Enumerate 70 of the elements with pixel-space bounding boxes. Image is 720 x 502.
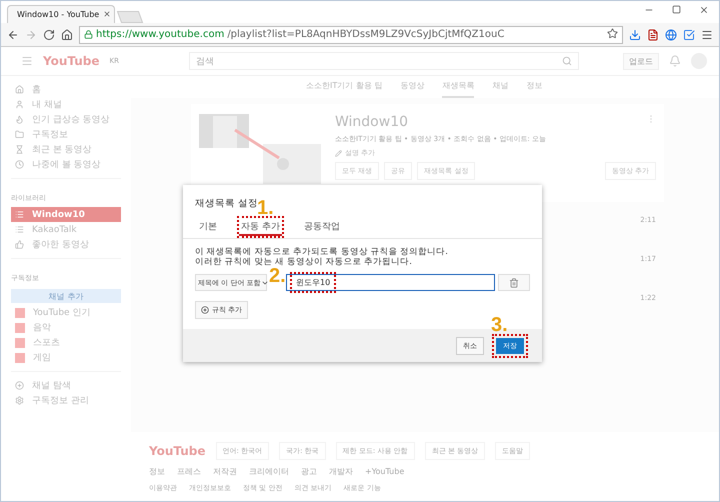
rule-description: 이 재생목록에 자동으로 추가되도록 동영상 규칙을 정의합니다. 이러한 규칙에 맞는 새 동영상이 자동으로 추가됩니다. — [194, 246, 449, 268]
browser-tab[interactable]: Window10 - YouTube — [7, 5, 115, 23]
sidebar-item[interactable]: 게임 — [11, 350, 121, 365]
globe-icon[interactable] — [665, 28, 677, 40]
user-icon — [15, 100, 24, 109]
footer-link[interactable]: +YouTube — [365, 467, 404, 476]
plus-circle-icon — [201, 306, 209, 314]
maximize-icon[interactable] — [672, 5, 681, 15]
flame-icon — [15, 115, 24, 124]
sidebar-item[interactable]: 채널 탐색 — [11, 378, 121, 393]
footer-link[interactable]: 광고 — [301, 466, 317, 477]
menu-icon[interactable] — [701, 28, 713, 40]
upload-button[interactable]: 업로드 — [623, 52, 659, 70]
settings-icon — [15, 396, 24, 405]
folder-icon — [15, 130, 24, 139]
home-icon — [15, 85, 24, 94]
sidebar-item[interactable]: 스포츠 — [11, 335, 121, 350]
dialog-tab[interactable]: 공동작업 — [300, 216, 344, 238]
sidebar-item[interactable]: 나중에 볼 동영상 — [11, 157, 121, 172]
sidebar-item[interactable]: 홈 — [11, 82, 121, 97]
hourglass-icon — [15, 145, 24, 154]
sidebar-item[interactable]: 최근 본 동영상 — [11, 142, 121, 157]
search-field[interactable]: 검색 — [188, 52, 579, 70]
step-number: 2. — [269, 265, 286, 288]
channel-tab[interactable]: 동영상 — [400, 80, 424, 98]
thumbs-up-icon — [15, 240, 24, 249]
sidebar-item[interactable]: 구독정보 관리 — [11, 393, 121, 408]
channel-tab[interactable]: 소소한IT기기 활용 팁 — [306, 80, 382, 98]
checkbox-icon[interactable] — [683, 28, 695, 40]
sidebar-item[interactable]: YouTube 인기 — [11, 305, 121, 320]
delete-button[interactable] — [498, 274, 530, 292]
back-icon[interactable] — [7, 28, 19, 40]
youtube-logo[interactable]: YouTube — [43, 54, 100, 68]
reload-icon[interactable] — [43, 28, 55, 40]
footer-link[interactable]: 정보 — [149, 466, 165, 477]
sidebar-item[interactable]: KakaoTalk — [11, 222, 121, 237]
sidebar-item[interactable]: Window10 — [11, 207, 121, 222]
footer-link[interactable]: 크리에이터 — [249, 466, 289, 477]
download-icon[interactable] — [629, 28, 641, 40]
pencil-icon — [335, 150, 342, 156]
lock-icon — [84, 30, 93, 39]
playlist-title: Window10 — [335, 114, 408, 130]
channel-tab[interactable]: 재생목록 — [442, 80, 474, 98]
close-icon[interactable] — [699, 5, 709, 15]
document-icon[interactable] — [647, 28, 659, 40]
sidebar-item[interactable]: 내 채널 — [11, 97, 121, 112]
list-icon — [15, 210, 24, 219]
sidebar-item[interactable]: 음악 — [11, 320, 121, 335]
plus-circle-icon — [15, 381, 24, 390]
dialog-tab[interactable]: 자동 추가 — [237, 216, 284, 238]
sidebar-item[interactable]: 구독정보 — [11, 127, 121, 142]
sidebar-item[interactable]: 인기 급상승 동영상 — [11, 112, 121, 127]
footer-link[interactable]: 개발자 — [329, 466, 353, 477]
list-icon — [15, 225, 24, 234]
youtube-logo[interactable]: YouTube — [149, 444, 206, 458]
dialog-tab[interactable]: 기본 — [195, 216, 221, 238]
footer-link[interactable]: 저작권 — [213, 466, 237, 477]
sidebar-item[interactable]: 좋아한 동영상 — [11, 237, 121, 252]
star-icon[interactable] — [607, 28, 618, 38]
channel-tab[interactable]: 정보 — [526, 80, 542, 98]
trash-icon — [509, 278, 519, 288]
clock-icon — [15, 160, 24, 169]
footer-link[interactable]: 프레스 — [177, 466, 201, 477]
dialog-title: 재생목록 설정 — [195, 197, 258, 209]
home-icon[interactable] — [61, 28, 73, 40]
close-icon[interactable] — [103, 10, 112, 18]
add-channel-button[interactable]: 채널 추가 — [11, 289, 121, 303]
address-bar[interactable]: https://www.youtube.com /playlist?list=PL8AqnHBYDssM9LZ9VcSyJbCjtMfQZ1ouC — [79, 26, 623, 44]
channel-tab[interactable]: 채널 — [492, 80, 508, 98]
rule-value-field[interactable]: 윈도우10 — [286, 274, 495, 292]
